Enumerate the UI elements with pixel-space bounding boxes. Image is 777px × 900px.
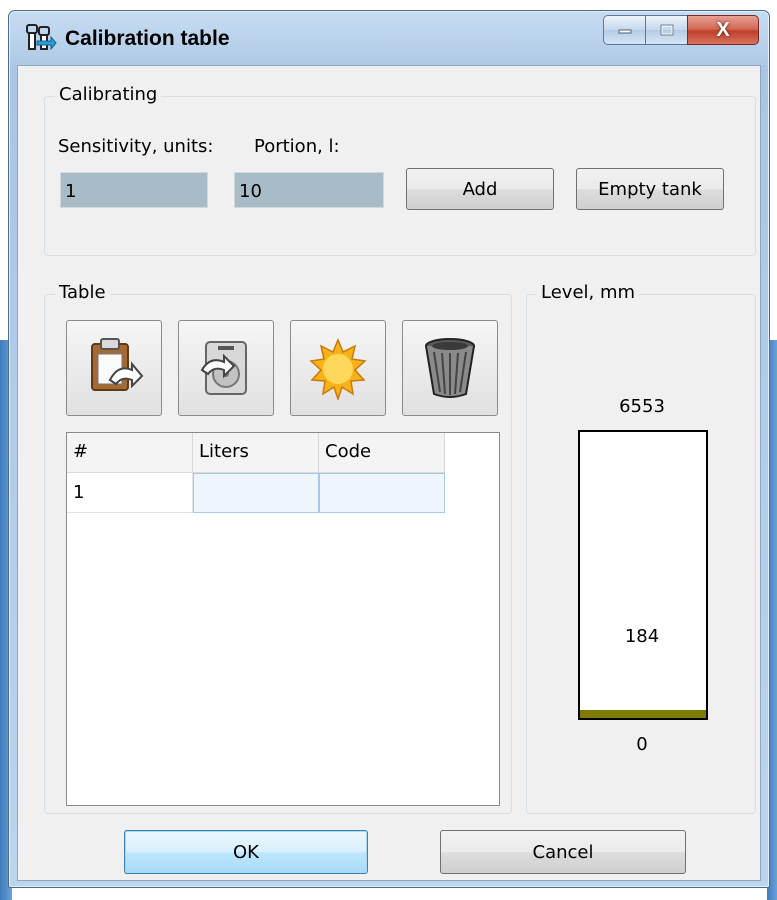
level-group-label: Level, mm [537, 282, 640, 303]
table-row[interactable]: 1 [67, 473, 499, 513]
cancel-button[interactable]: Cancel [440, 830, 686, 874]
paste-button[interactable] [66, 320, 162, 416]
calibrating-group-label: Calibrating [55, 84, 162, 105]
level-current-label: 184 [624, 626, 660, 647]
new-icon [309, 338, 367, 400]
level-gauge [578, 430, 708, 720]
level-fill [580, 710, 706, 718]
table-group-label: Table [55, 282, 110, 303]
empty-tank-button[interactable]: Empty tank [576, 168, 724, 210]
app-icon [25, 23, 57, 51]
calibration-window: Calibration table X Calibrating Sensitiv… [8, 10, 770, 888]
portion-label: Portion, l: [254, 136, 340, 157]
portion-input[interactable]: 10 [234, 172, 384, 208]
close-icon: X [716, 18, 730, 41]
dialog-client-area: Calibrating Sensitivity, units: Portion,… [17, 65, 761, 881]
caption-buttons: X [603, 15, 759, 47]
column-header-liters[interactable]: Liters [193, 433, 319, 473]
delete-icon [425, 338, 475, 398]
calibration-grid[interactable]: # Liters Code 1 [66, 432, 500, 806]
liters-cell[interactable] [193, 473, 319, 513]
maximize-button[interactable] [645, 15, 687, 45]
column-header-code[interactable]: Code [319, 433, 445, 473]
maximize-icon [660, 24, 673, 36]
load-icon [200, 341, 247, 395]
row-number-cell[interactable]: 1 [67, 473, 193, 513]
minimize-button[interactable] [603, 15, 645, 45]
load-button[interactable] [178, 320, 274, 416]
delete-button[interactable] [402, 320, 498, 416]
new-button[interactable] [290, 320, 386, 416]
window-title: Calibration table [65, 27, 230, 50]
add-button[interactable]: Add [406, 168, 554, 210]
title-bar[interactable]: Calibration table X [9, 11, 769, 65]
paste-icon [91, 338, 144, 391]
level-min-label: 0 [636, 734, 648, 755]
sensitivity-input[interactable]: 1 [60, 172, 208, 208]
sensitivity-label: Sensitivity, units: [58, 136, 214, 157]
grid-header: # Liters Code [67, 433, 499, 473]
column-header-number[interactable]: # [67, 433, 193, 473]
level-max-label: 6553 [619, 396, 665, 417]
minimize-icon [618, 29, 631, 34]
code-cell[interactable] [319, 473, 445, 513]
ok-button[interactable]: OK [124, 830, 368, 874]
close-button[interactable]: X [687, 15, 759, 45]
